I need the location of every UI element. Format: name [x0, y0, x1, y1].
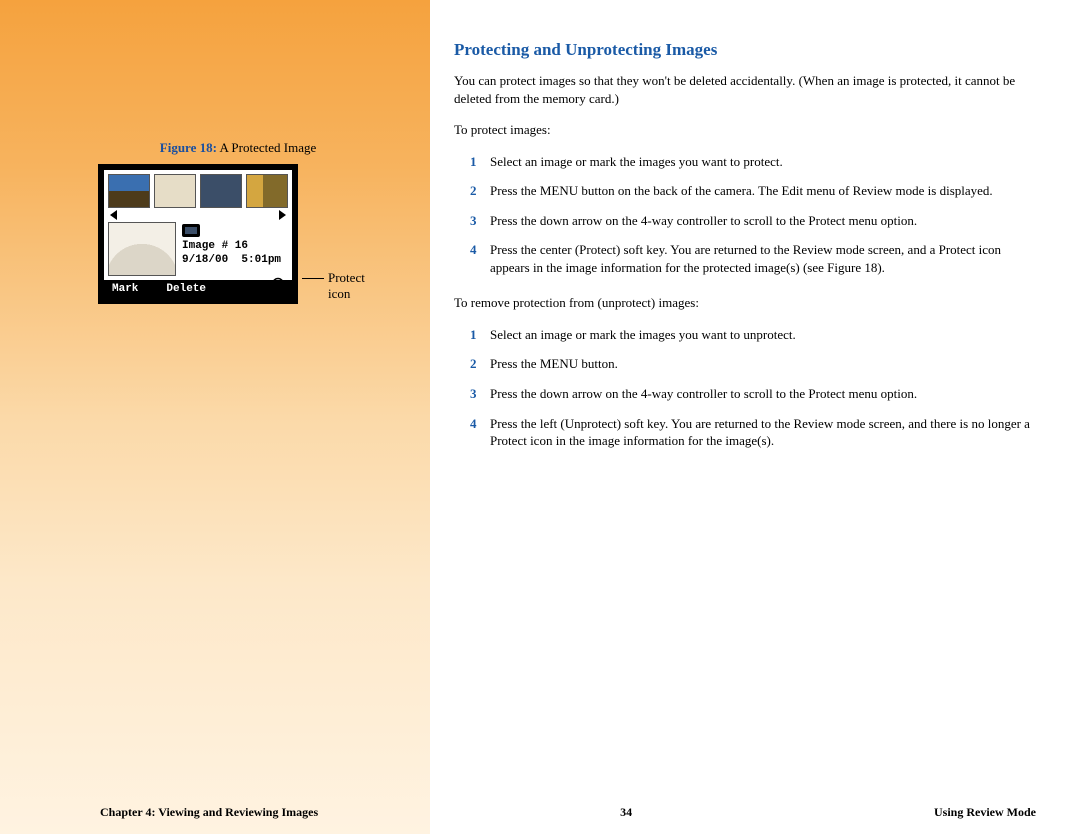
softkey-delete: Delete: [166, 283, 206, 295]
arrow-right-icon: [279, 210, 286, 220]
figure-caption-text: A Protected Image: [219, 140, 316, 155]
step-number: 4: [470, 415, 482, 450]
softkey-mark: Mark: [112, 283, 138, 295]
step-text: Press the down arrow on the 4-way contro…: [490, 212, 917, 230]
figure-block: Figure 18: A Protected Image: [98, 140, 378, 304]
footer-chapter: Chapter 4: Viewing and Reviewing Images: [100, 805, 318, 820]
step-text: Press the down arrow on the 4-way contro…: [490, 385, 917, 403]
page-footer: Chapter 4: Viewing and Reviewing Images …: [0, 805, 1080, 820]
step-text: Select an image or mark the images you w…: [490, 153, 783, 171]
step-number: 2: [470, 355, 482, 373]
step: 1 Select an image or mark the images you …: [470, 153, 1040, 171]
step-number: 1: [470, 326, 482, 344]
image-info: Image # 16 9/18/00 5:01pm: [182, 222, 281, 276]
step: 2 Press the MENU button on the back of th…: [470, 182, 1040, 200]
step-number: 4: [470, 241, 482, 276]
step: 4Press the left (Unprotect) soft key. Yo…: [470, 415, 1040, 450]
thumbnail: [246, 174, 288, 208]
protect-icon-callout: Protect icon: [328, 270, 378, 301]
content-column: Protecting and Unprotecting Images You c…: [430, 0, 1080, 834]
step: 3 Press the down arrow on the 4-way contr…: [470, 212, 1040, 230]
thumbnail: [200, 174, 242, 208]
protect-steps: 1 Select an image or mark the images you …: [454, 153, 1040, 277]
thumbnail: [108, 174, 150, 208]
step-text: Select an image or mark the images you w…: [490, 326, 796, 344]
callout-line: [302, 278, 324, 279]
step: 3 Press the down arrow on the 4-way contr…: [470, 385, 1040, 403]
protect-label: To protect images:: [454, 121, 1040, 139]
section-heading: Protecting and Unprotecting Images: [454, 40, 1040, 60]
unprotect-label: To remove protection from (unprotect) im…: [454, 294, 1040, 312]
scroll-arrows: [104, 210, 292, 220]
step-text: Press the left (Unprotect) soft key. You…: [490, 415, 1040, 450]
step-number: 2: [470, 182, 482, 200]
step: 4Press the center (Protect) soft key. Yo…: [470, 241, 1040, 276]
page: Figure 18: A Protected Image: [0, 0, 1080, 834]
image-title: Image # 16: [182, 239, 281, 253]
footer-section: Using Review Mode: [934, 805, 1036, 820]
memory-card-icon: [182, 224, 200, 237]
figure-caption: Figure 18: A Protected Image: [98, 140, 378, 156]
step: 2 Press the MENU button.: [470, 355, 1040, 373]
selected-image-preview: [108, 222, 176, 276]
step-number: 3: [470, 212, 482, 230]
intro-paragraph: You can protect images so that they won'…: [454, 72, 1040, 107]
unprotect-steps: 1 Select an image or mark the images you …: [454, 326, 1040, 450]
step-text: Press the center (Protect) soft key. You…: [490, 241, 1040, 276]
step-text: Press the MENU button on the back of the…: [490, 182, 993, 200]
thumbnail: [154, 174, 196, 208]
figure-label: Figure 18:: [160, 140, 217, 155]
thumbnail-strip: [104, 170, 292, 210]
step-number: 1: [470, 153, 482, 171]
protect-icon: [258, 277, 284, 294]
step-text: Press the MENU button.: [490, 355, 618, 373]
image-info-row: Image # 16 9/18/00 5:01pm: [104, 220, 292, 280]
sidebar: Figure 18: A Protected Image: [0, 0, 430, 834]
step: 1 Select an image or mark the images you …: [470, 326, 1040, 344]
image-date: 9/18/00: [182, 254, 228, 266]
camera-screen: Image # 16 9/18/00 5:01pm Mark Delete: [98, 164, 298, 304]
step-number: 3: [470, 385, 482, 403]
arrow-left-icon: [110, 210, 117, 220]
image-time: 5:01pm: [241, 254, 281, 266]
footer-page-number: 34: [620, 805, 632, 820]
